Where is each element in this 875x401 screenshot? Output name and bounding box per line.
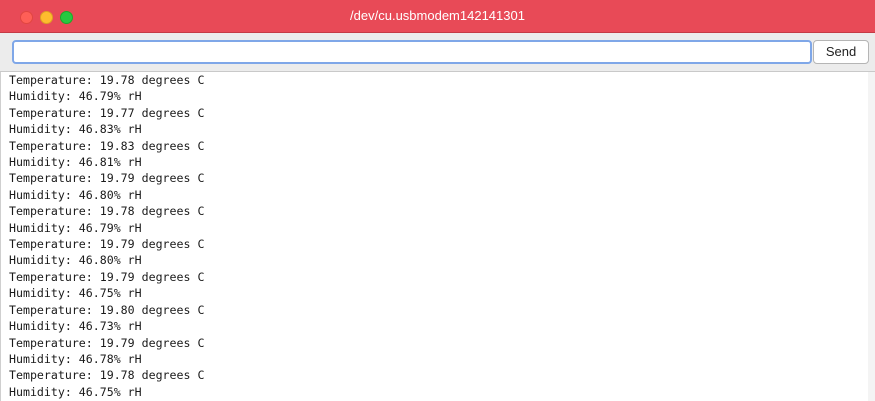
output-line-list: Temperature: 19.78 degrees C Humidity: 46… (1, 72, 869, 400)
output-line: Temperature: 19.79 degrees C (9, 269, 205, 284)
output-line: Humidity: 46.79% rH (9, 89, 142, 104)
output-line: Temperature: 19.77 degrees C (9, 105, 205, 120)
serial-output-area[interactable]: Temperature: 19.78 degrees C Humidity: 46… (0, 72, 870, 401)
output-line: Humidity: 46.75% rH (9, 286, 142, 301)
output-line: Temperature: 19.79 degrees C (9, 335, 205, 350)
output-line: Humidity: 46.73% rH (9, 319, 142, 334)
output-line: Temperature: 19.83 degrees C (9, 138, 205, 153)
output-scrollbar[interactable] (868, 72, 875, 401)
serial-send-input[interactable] (12, 40, 812, 64)
output-line: Humidity: 46.83% rH (9, 122, 142, 137)
output-line: Humidity: 46.78% rH (9, 351, 142, 366)
serial-monitor-window: /dev/cu.usbmodem142141301 Send Temperatu… (0, 0, 875, 401)
output-line: Humidity: 46.80% rH (9, 253, 142, 268)
output-line: Humidity: 46.79% rH (9, 220, 142, 235)
output-line: Temperature: 19.79 degrees C (9, 237, 205, 252)
output-line: Temperature: 19.78 degrees C (9, 73, 205, 87)
title-bar[interactable]: /dev/cu.usbmodem142141301 (0, 0, 875, 33)
send-toolbar: Send (0, 33, 875, 72)
output-line: Temperature: 19.79 degrees C (9, 171, 205, 186)
output-line: Temperature: 19.80 degrees C (9, 302, 205, 317)
output-line: Temperature: 19.78 degrees C (9, 368, 205, 383)
output-line: Temperature: 19.78 degrees C (9, 204, 205, 219)
output-line: Humidity: 46.75% rH (9, 384, 142, 399)
output-line: Humidity: 46.81% rH (9, 155, 142, 170)
window-title: /dev/cu.usbmodem142141301 (350, 8, 525, 23)
send-button[interactable]: Send (813, 40, 869, 64)
output-line: Humidity: 46.80% rH (9, 187, 142, 202)
